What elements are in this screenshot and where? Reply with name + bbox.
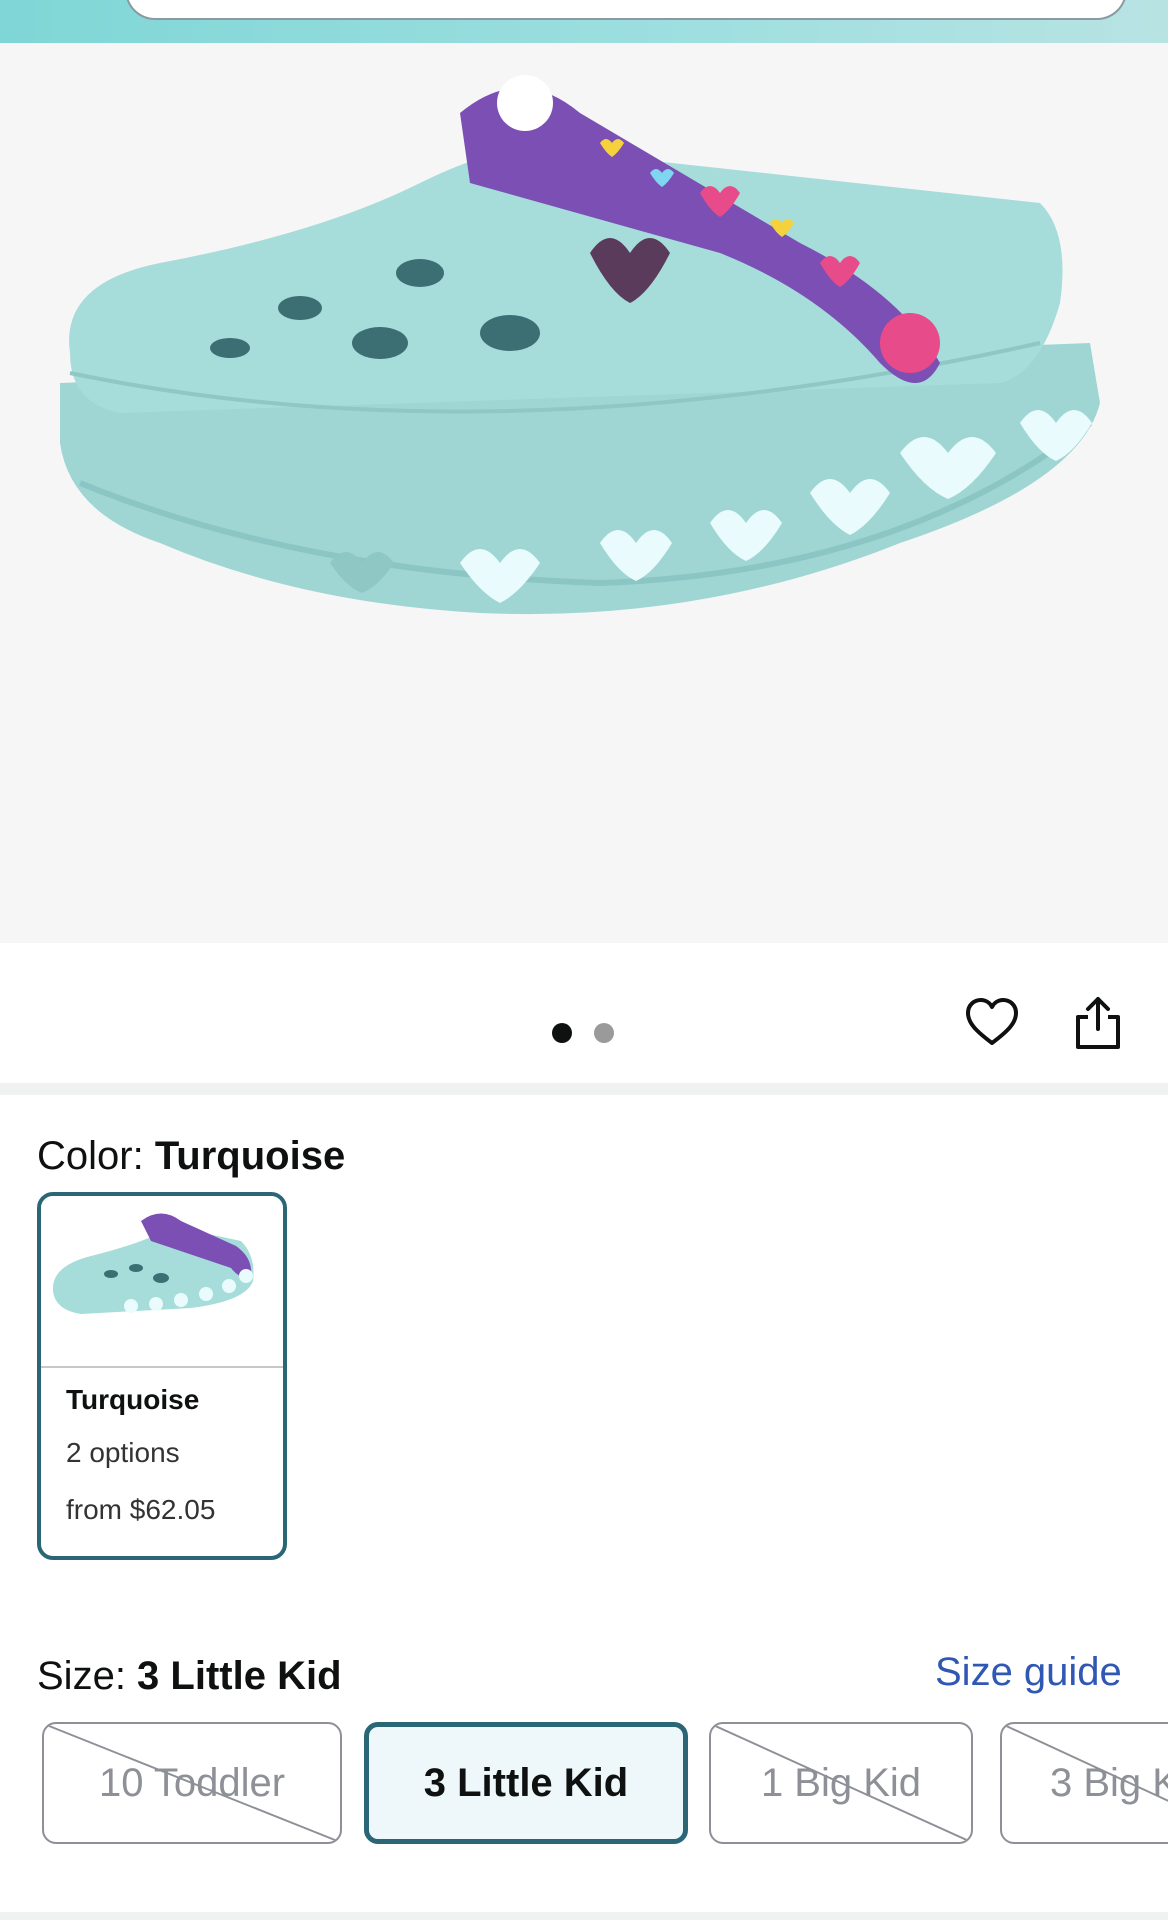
header-band — [0, 0, 1168, 43]
color-label-prefix: Color: — [37, 1134, 155, 1178]
image-controls — [0, 943, 1168, 1083]
swatch-name: Turquoise — [66, 1384, 200, 1415]
size-option-unavailable[interactable]: 1 Big Kid — [709, 1722, 973, 1844]
section-divider — [0, 1083, 1168, 1095]
size-label: Size: 3 Little Kid — [37, 1653, 342, 1699]
size-option-selected[interactable]: 3 Little Kid — [364, 1722, 688, 1844]
swatch-thumbnail — [41, 1196, 283, 1368]
size-option-unavailable[interactable]: 10 Toddler — [42, 1722, 342, 1844]
swatch-price: from $62.05 — [66, 1494, 216, 1525]
product-image[interactable] — [0, 43, 1168, 943]
size-option-unavailable[interactable]: 3 Big Kid — [1000, 1722, 1168, 1844]
size-guide-link[interactable]: Size guide — [935, 1650, 1122, 1695]
heart-outline-icon[interactable] — [962, 993, 1022, 1053]
clog-illustration — [60, 75, 1100, 615]
share-icon[interactable] — [1068, 993, 1128, 1053]
carousel-dot[interactable] — [594, 1023, 614, 1043]
strikethrough-line — [1002, 1724, 1168, 1802]
search-bar[interactable] — [125, 0, 1127, 20]
size-selected-value: 3 Little Kid — [137, 1654, 342, 1698]
color-selected-value: Turquoise — [154, 1134, 346, 1178]
section-divider — [0, 1912, 1168, 1920]
color-swatch-turquoise[interactable]: Turquoise 2 options from $62.05 — [37, 1192, 287, 1560]
strikethrough-line — [711, 1724, 971, 1842]
strikethrough-line — [44, 1724, 340, 1842]
swatch-clog-image — [52, 1213, 254, 1314]
color-label: Color: Turquoise — [37, 1133, 345, 1179]
size-label-prefix: Size: — [37, 1654, 138, 1698]
size-option-label: 3 Little Kid — [423, 1760, 629, 1805]
swatch-options-count: 2 options — [66, 1437, 180, 1468]
carousel-dot-active[interactable] — [552, 1023, 572, 1043]
